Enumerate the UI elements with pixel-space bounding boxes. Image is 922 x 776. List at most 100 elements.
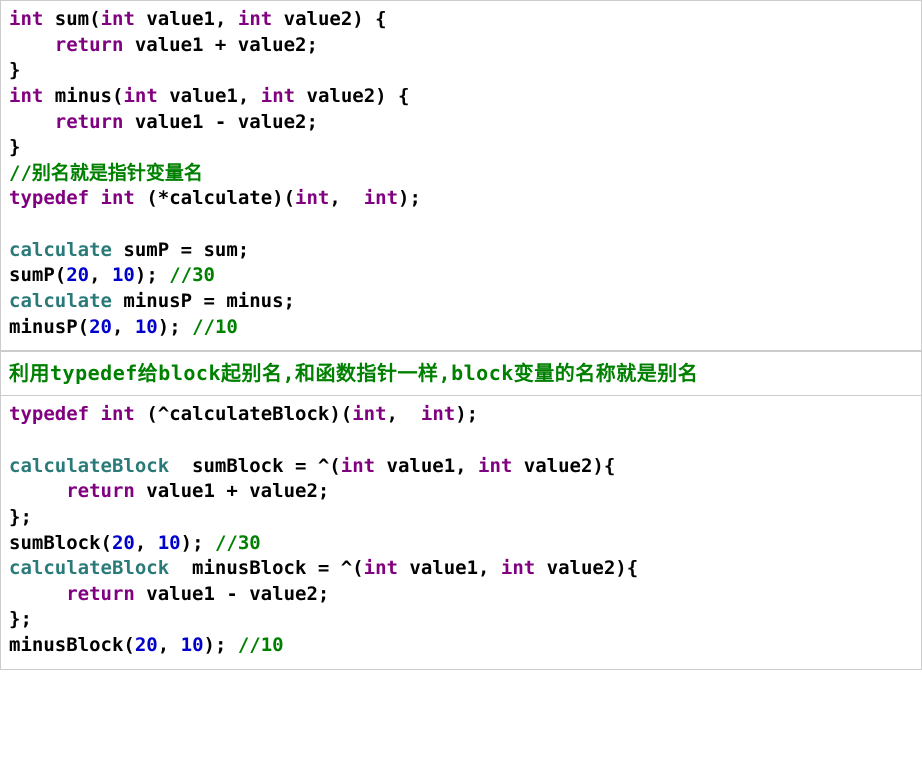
- comment: //30: [215, 532, 261, 554]
- text: minusBlock = ^(: [169, 557, 363, 579]
- text: [89, 187, 100, 209]
- comment: //别名就是指针变量名: [9, 162, 203, 184]
- text: [123, 34, 134, 56]
- id-value1: value1: [146, 8, 215, 30]
- num: 10: [112, 264, 135, 286]
- text: ,: [158, 634, 181, 656]
- type-decl: (*calculate)(: [146, 187, 295, 209]
- text: sumP = sum;: [112, 239, 249, 261]
- text: );: [398, 187, 421, 209]
- kw-int: int: [261, 85, 295, 107]
- text: ,: [112, 316, 135, 338]
- code-block-1: int sum(int value1, int value2) { return…: [0, 0, 922, 351]
- text: sumBlock = ^(: [169, 455, 341, 477]
- text: ,: [238, 85, 261, 107]
- fn-sum: sum: [55, 8, 89, 30]
- kw-int: int: [352, 403, 386, 425]
- text: value1,: [375, 455, 478, 477]
- text: ,: [387, 403, 421, 425]
- text: ) {: [352, 8, 386, 30]
- kw-int: int: [501, 557, 535, 579]
- kw-int: int: [101, 403, 135, 425]
- kw-int: int: [478, 455, 512, 477]
- kw-int: int: [364, 557, 398, 579]
- text: minusP(: [9, 316, 89, 338]
- text: );: [135, 264, 169, 286]
- id-value2: value2: [307, 85, 376, 107]
- num: 20: [135, 634, 158, 656]
- text: [158, 85, 169, 107]
- num: 10: [135, 316, 158, 338]
- type-calculate: calculate: [9, 290, 112, 312]
- text: [135, 403, 146, 425]
- kw-int: int: [341, 455, 375, 477]
- kw-int: int: [238, 8, 272, 30]
- text: sumP(: [9, 264, 66, 286]
- brace: }: [9, 59, 20, 81]
- id-value1: value1: [169, 85, 238, 107]
- num: 10: [181, 634, 204, 656]
- text: ,: [89, 264, 112, 286]
- text: ,: [135, 532, 158, 554]
- fn-minus: minus: [55, 85, 112, 107]
- text: );: [455, 403, 478, 425]
- kw-return: return: [55, 111, 124, 133]
- text: [123, 111, 134, 133]
- num: 20: [89, 316, 112, 338]
- text: minusBlock(: [9, 634, 135, 656]
- text: [135, 480, 146, 502]
- heading-text: 利用typedef给block起别名,和函数指针一样,block变量的名称就是别…: [9, 361, 698, 385]
- expr: value1 - value2;: [135, 111, 318, 133]
- kw-int: int: [364, 187, 398, 209]
- text: );: [181, 532, 215, 554]
- text: value2){: [512, 455, 615, 477]
- brace: };: [9, 608, 32, 630]
- text: [135, 187, 146, 209]
- text: minusP = minus;: [112, 290, 295, 312]
- brace: };: [9, 506, 32, 528]
- text: );: [158, 316, 192, 338]
- num: 10: [158, 532, 181, 554]
- text: value2){: [535, 557, 638, 579]
- text: [135, 8, 146, 30]
- kw-typedef: typedef: [9, 403, 89, 425]
- text: (: [112, 85, 123, 107]
- id-value2: value2: [284, 8, 353, 30]
- text: sumBlock(: [9, 532, 112, 554]
- type-calculateBlock: calculateBlock: [9, 455, 169, 477]
- text: [272, 8, 283, 30]
- text: ,: [215, 8, 238, 30]
- brace: }: [9, 136, 20, 158]
- expr: value1 + value2;: [135, 34, 318, 56]
- heading: 利用typedef给block起别名,和函数指针一样,block变量的名称就是别…: [0, 351, 922, 395]
- kw-return: return: [66, 480, 135, 502]
- comment: //10: [192, 316, 238, 338]
- kw-int: int: [295, 187, 329, 209]
- text: value1,: [398, 557, 501, 579]
- type-decl: (^calculateBlock)(: [146, 403, 352, 425]
- kw-int: int: [101, 8, 135, 30]
- kw-int: int: [123, 85, 157, 107]
- text: [135, 583, 146, 605]
- kw-int: int: [9, 8, 43, 30]
- comment: //10: [238, 634, 284, 656]
- code-block-2: typedef int (^calculateBlock)(int, int);…: [0, 395, 922, 669]
- expr: value1 + value2;: [146, 480, 329, 502]
- kw-int: int: [9, 85, 43, 107]
- comment: //30: [169, 264, 215, 286]
- num: 20: [66, 264, 89, 286]
- page-container: int sum(int value1, int value2) { return…: [0, 0, 922, 670]
- kw-int: int: [421, 403, 455, 425]
- text: [43, 8, 54, 30]
- text: (: [89, 8, 100, 30]
- text: );: [204, 634, 238, 656]
- text: [89, 403, 100, 425]
- type-calculateBlock: calculateBlock: [9, 557, 169, 579]
- text: [295, 85, 306, 107]
- text: ,: [329, 187, 363, 209]
- kw-return: return: [66, 583, 135, 605]
- type-calculate: calculate: [9, 239, 112, 261]
- text: [43, 85, 54, 107]
- kw-typedef: typedef: [9, 187, 89, 209]
- expr: value1 - value2;: [146, 583, 329, 605]
